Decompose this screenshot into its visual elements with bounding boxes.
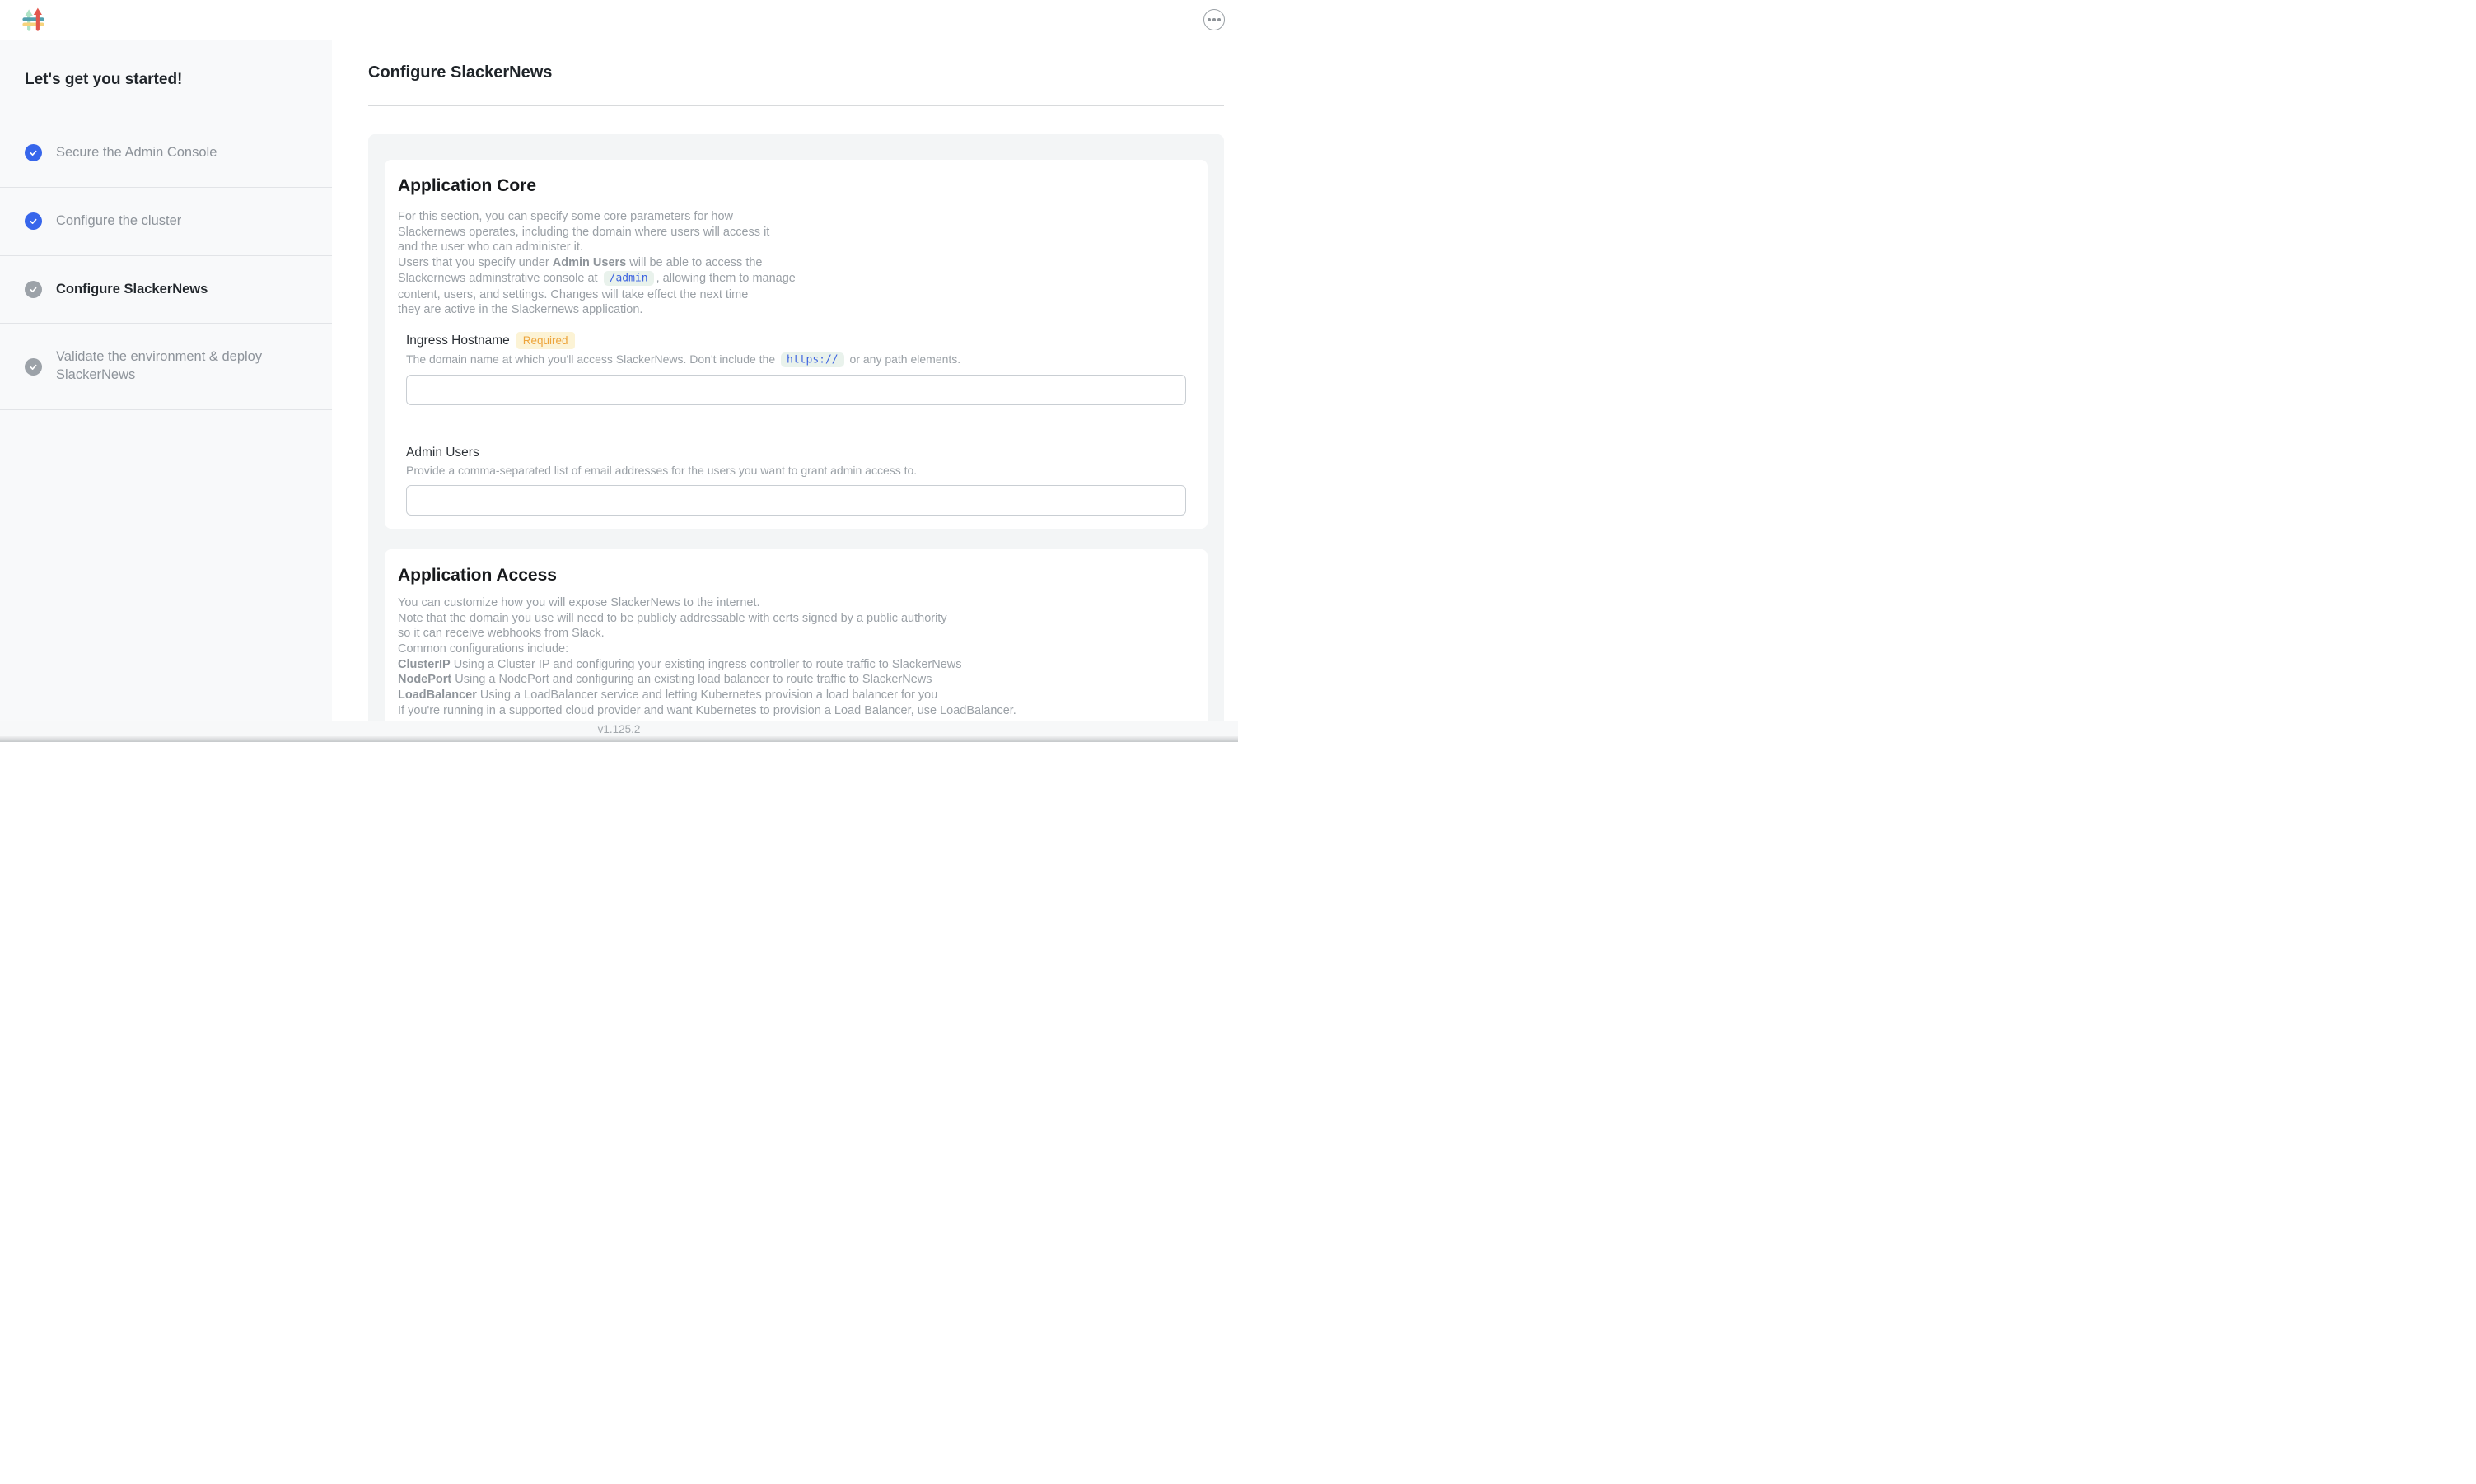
setup-steps-sidebar: Let's get you started! Secure the Admin …	[0, 40, 332, 742]
sidebar-step-secure-admin-console[interactable]: Secure the Admin Console	[0, 119, 332, 188]
check-circle-icon	[25, 144, 42, 161]
admin-users-help: Provide a comma-separated list of email …	[406, 463, 1186, 478]
version-label: v1.125.2	[0, 723, 1238, 735]
application-core-title: Application Core	[398, 176, 1194, 196]
step-label: Validate the environment & deploy Slacke…	[56, 348, 307, 385]
admin-users-field-group: Admin Users Provide a comma-separated li…	[406, 446, 1186, 516]
application-access-card: Application Access You can customize how…	[385, 549, 1208, 732]
application-core-card: Application Core For this section, you c…	[385, 160, 1208, 529]
slackernews-logo-icon	[21, 7, 45, 33]
more-menu-button[interactable]	[1203, 9, 1225, 30]
config-groups-panel: Application Core For this section, you c…	[368, 134, 1224, 742]
required-badge: Required	[516, 332, 575, 349]
ellipsis-icon	[1208, 18, 1211, 21]
step-label: Secure the Admin Console	[56, 144, 217, 162]
application-core-description: For this section, you can specify some c…	[398, 209, 1194, 318]
config-main-area: Configure SlackerNews Application Core F…	[332, 40, 1238, 742]
ingress-hostname-field-group: Ingress Hostname Required The domain name…	[406, 332, 1186, 405]
check-circle-icon	[25, 281, 42, 298]
sidebar-step-configure-slackernews[interactable]: Configure SlackerNews	[0, 256, 332, 324]
page-title: Configure SlackerNews	[368, 63, 1224, 82]
sidebar-title: Let's get you started!	[0, 40, 332, 119]
sidebar-step-configure-cluster[interactable]: Configure the cluster	[0, 188, 332, 256]
app-window: Let's get you started! Secure the Admin …	[0, 0, 1238, 742]
ingress-hostname-label: Ingress Hostname	[406, 334, 510, 348]
ingress-hostname-input[interactable]	[406, 375, 1186, 405]
top-header	[0, 0, 1238, 40]
ingress-hostname-help: The domain name at which you'll access S…	[406, 352, 1186, 368]
title-divider	[368, 105, 1224, 106]
admin-users-input[interactable]	[406, 485, 1186, 516]
check-circle-icon	[25, 358, 42, 376]
app-footer: v1.125.2	[0, 721, 1238, 742]
step-label: Configure the cluster	[56, 212, 181, 231]
admin-users-label: Admin Users	[406, 446, 479, 460]
application-access-title: Application Access	[398, 566, 1194, 586]
check-circle-icon	[25, 212, 42, 230]
application-access-description: You can customize how you will expose Sl…	[398, 595, 1194, 719]
step-label: Configure SlackerNews	[56, 281, 208, 299]
sidebar-step-validate-deploy[interactable]: Validate the environment & deploy Slacke…	[0, 324, 332, 410]
